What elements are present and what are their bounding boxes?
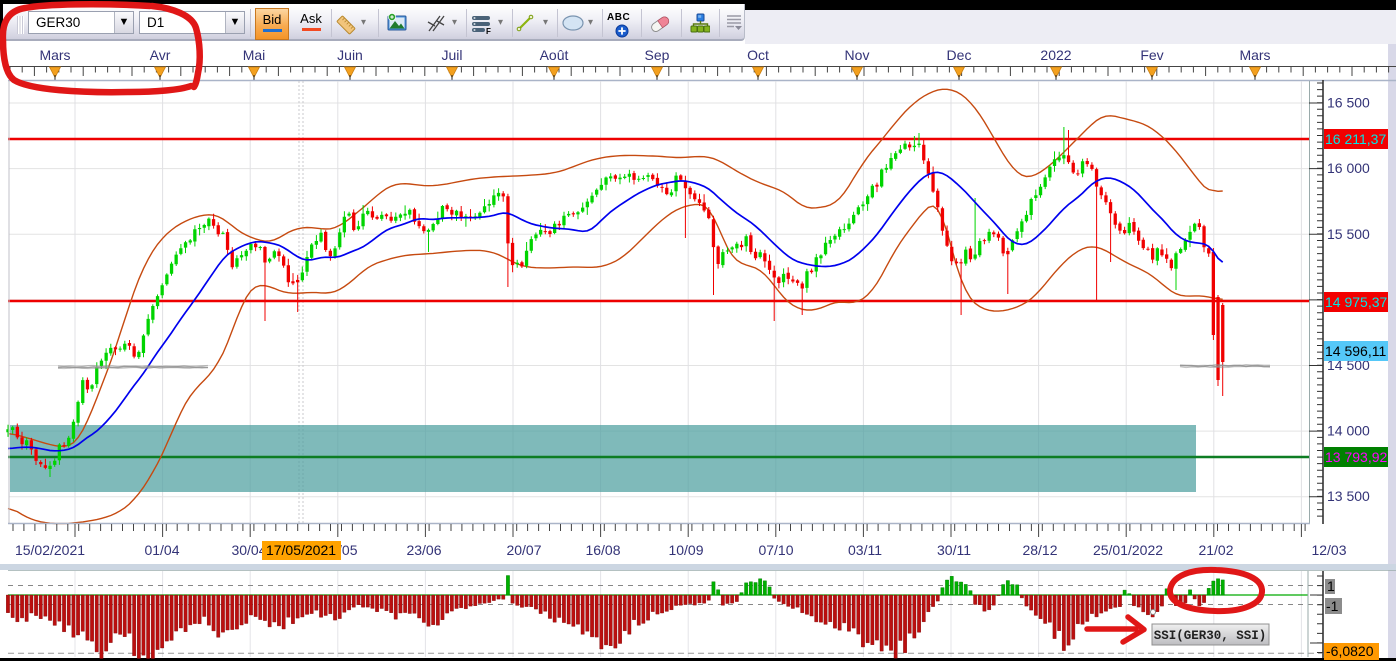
svg-text:-6,0820: -6,0820	[1326, 643, 1374, 659]
svg-text:Juin: Juin	[337, 47, 363, 63]
svg-text:13 793,92: 13 793,92	[1325, 449, 1387, 465]
svg-text:10/09: 10/09	[668, 542, 703, 558]
svg-text:07/10: 07/10	[758, 542, 793, 558]
svg-text:1: 1	[1327, 578, 1335, 594]
svg-text:01/04: 01/04	[144, 542, 179, 558]
svg-text:13 500: 13 500	[1327, 488, 1370, 504]
svg-text:30/04: 30/04	[231, 542, 266, 558]
svg-text:14 000: 14 000	[1327, 423, 1370, 439]
svg-text:15 500: 15 500	[1327, 226, 1370, 242]
svg-text:16 000: 16 000	[1327, 160, 1370, 176]
svg-text:Oct: Oct	[747, 47, 769, 63]
svg-text:-1: -1	[1326, 598, 1339, 614]
svg-text:12/03: 12/03	[1311, 542, 1346, 558]
svg-text:14 596,11: 14 596,11	[1325, 343, 1386, 359]
svg-text:Sep: Sep	[645, 47, 670, 63]
svg-text:17/05/2021: 17/05/2021	[266, 542, 336, 558]
svg-text:30/11: 30/11	[937, 542, 971, 558]
svg-text:Juil: Juil	[441, 47, 462, 63]
svg-text:Fev: Fev	[1140, 47, 1163, 63]
svg-text:Dec: Dec	[947, 47, 972, 63]
svg-text:Mai: Mai	[243, 47, 266, 63]
svg-text:Nov: Nov	[845, 47, 870, 63]
svg-text:28/12: 28/12	[1022, 542, 1057, 558]
svg-text:20/07: 20/07	[506, 542, 541, 558]
svg-text:23/06: 23/06	[406, 542, 441, 558]
svg-text:16 211,37: 16 211,37	[1325, 131, 1386, 147]
svg-text:SSI(GER30, SSI): SSI(GER30, SSI)	[1154, 629, 1267, 643]
svg-text:16 500: 16 500	[1327, 95, 1370, 111]
svg-text:25/01/2022: 25/01/2022	[1093, 542, 1163, 558]
svg-text:03/11: 03/11	[848, 542, 882, 558]
svg-text:Mars: Mars	[1239, 47, 1270, 63]
svg-text:16/08: 16/08	[585, 542, 620, 558]
svg-text:21/02: 21/02	[1198, 542, 1233, 558]
svg-text:Avr: Avr	[150, 47, 171, 63]
svg-text:15/02/2021: 15/02/2021	[15, 542, 85, 558]
svg-text:F: F	[486, 27, 491, 35]
svg-text:Mars: Mars	[39, 47, 70, 63]
svg-text:2022: 2022	[1040, 47, 1071, 63]
svg-text:Août: Août	[540, 47, 569, 63]
svg-text:14 975,37: 14 975,37	[1325, 294, 1387, 310]
